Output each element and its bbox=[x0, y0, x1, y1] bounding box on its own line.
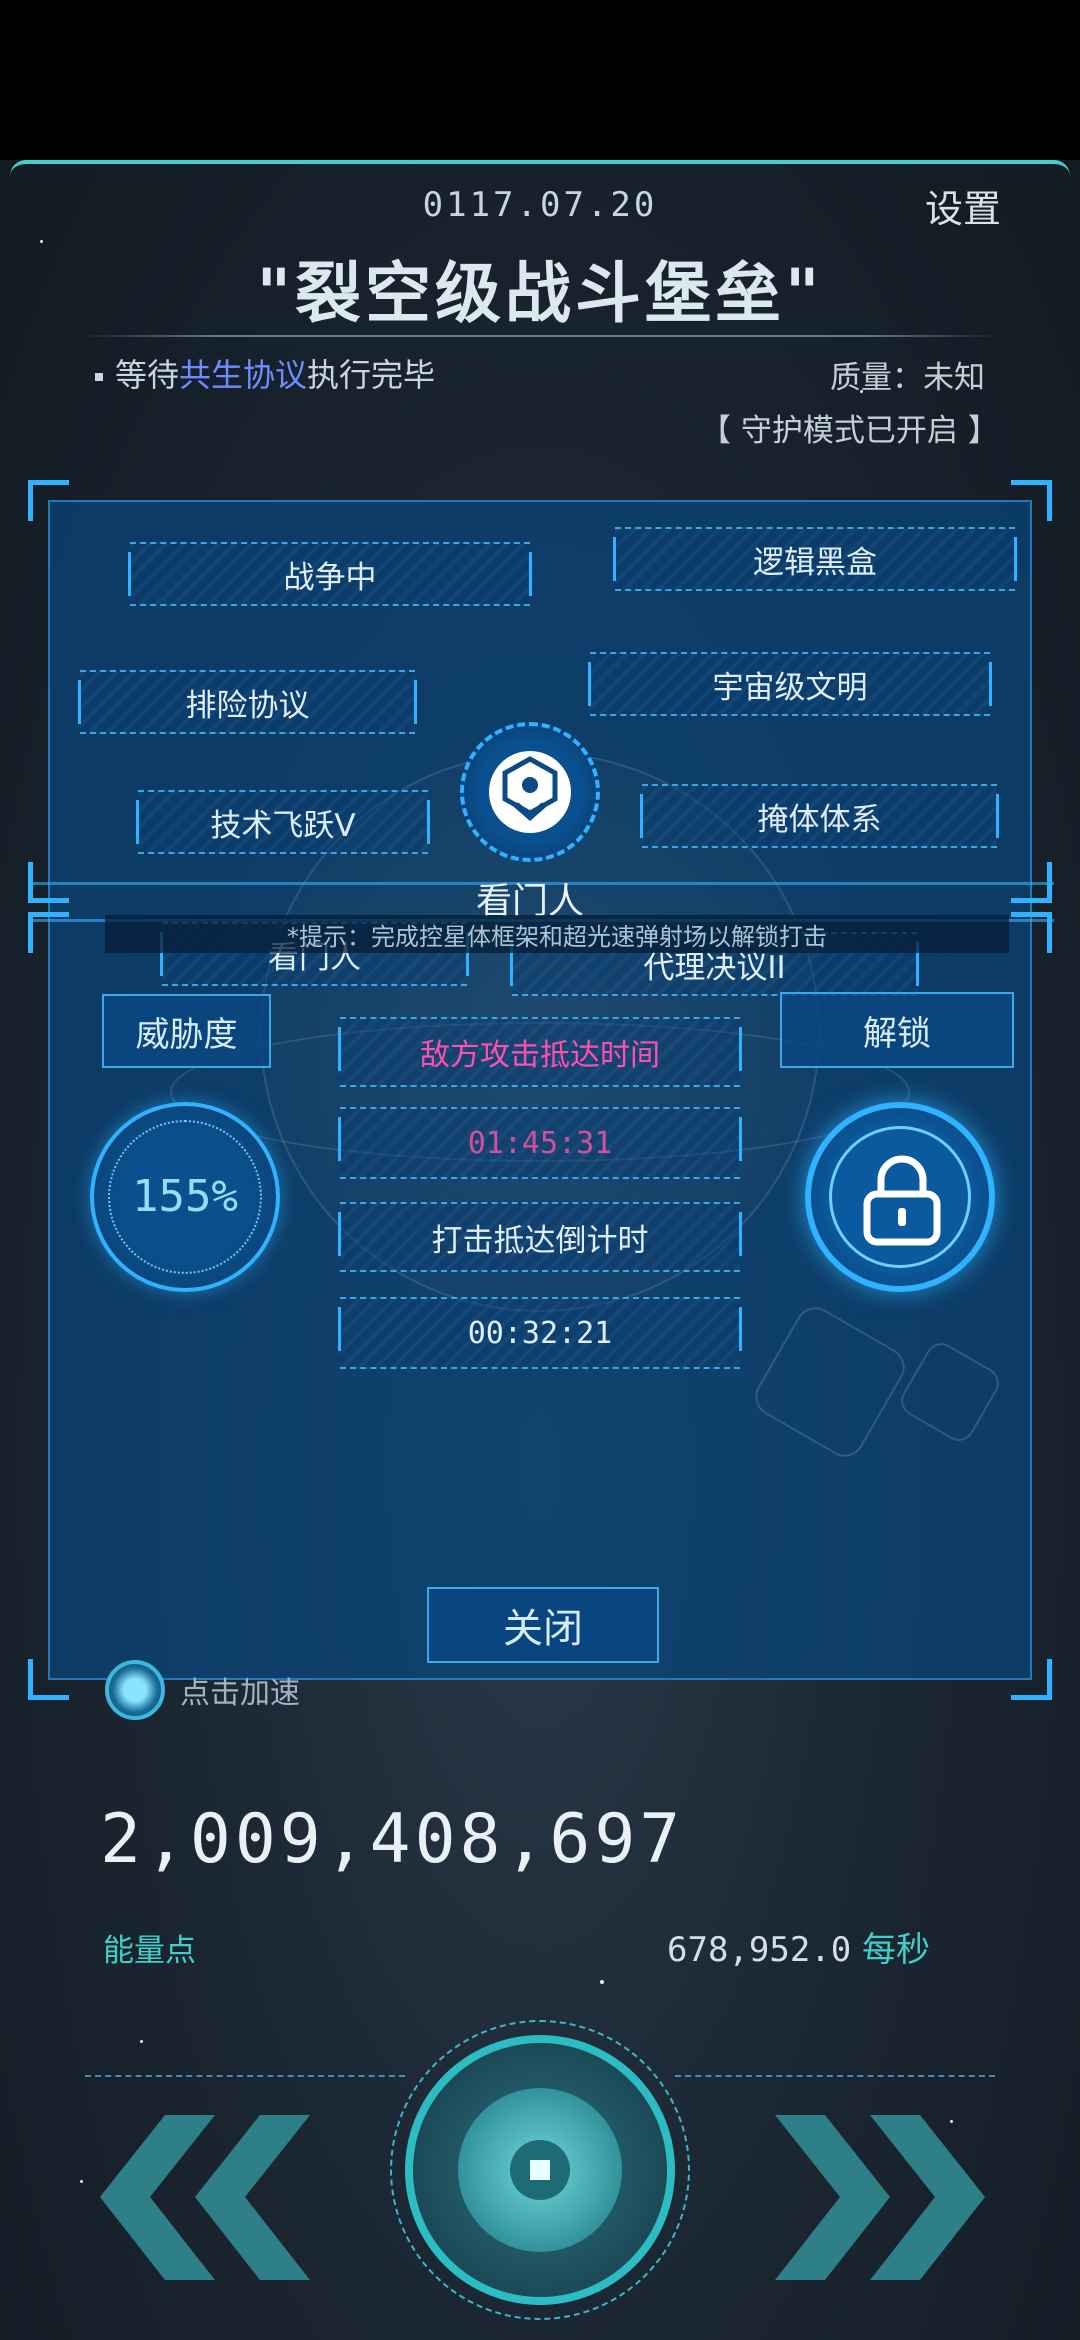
tag-cosmic-civilization[interactable]: 宇宙级文明 bbox=[588, 652, 992, 716]
enemy-attack-label: 敌方攻击抵达时间 bbox=[338, 1017, 742, 1087]
accelerate-label[interactable]: 点击加速 bbox=[180, 1668, 300, 1712]
lock-icon bbox=[863, 1155, 941, 1246]
tag-logic-blackbox[interactable]: 逻辑黑盒 bbox=[613, 527, 1017, 591]
hex-tile-decoration bbox=[748, 1300, 912, 1464]
gatekeeper-badge-icon bbox=[489, 751, 571, 833]
strike-countdown-time: 00:32:21 bbox=[338, 1297, 742, 1369]
tag-risk-protocol[interactable]: 排险协议 bbox=[78, 670, 417, 734]
tag-bunker-system[interactable]: 掩体体系 bbox=[640, 784, 999, 848]
star bbox=[80, 2180, 83, 2183]
main-action-button[interactable] bbox=[405, 2035, 675, 2305]
bottom-dash-line bbox=[85, 2075, 405, 2077]
energy-label: 能量点 bbox=[103, 1933, 196, 1969]
status-protocol: 共生协议 bbox=[179, 356, 308, 394]
page-title: "裂空级战斗堡垒" bbox=[256, 255, 824, 332]
enemy-attack-time: 01:45:31 bbox=[338, 1107, 742, 1179]
main-button-core bbox=[458, 2088, 622, 2252]
tag-at-war[interactable]: 战争中 bbox=[128, 542, 532, 606]
tag-tech-leap-v[interactable]: 技术飞跃V bbox=[136, 790, 430, 854]
star bbox=[600, 1980, 604, 1984]
main-button-center bbox=[510, 2140, 570, 2200]
status-prefix: 等待 bbox=[115, 356, 180, 394]
frame-top-rim bbox=[10, 160, 1070, 176]
status-suffix: 执行完毕 bbox=[307, 356, 436, 394]
previous-chevron-icon[interactable] bbox=[95, 2115, 325, 2280]
lock-button[interactable] bbox=[805, 1102, 995, 1292]
energy-rate: 678,952.0 每秒 bbox=[667, 1922, 930, 1971]
corner-bracket bbox=[1011, 1659, 1052, 1700]
quality-label: 质量：未知 bbox=[830, 360, 985, 396]
accelerate-icon[interactable] bbox=[105, 1660, 165, 1720]
energy-rate-value: 678,952.0 bbox=[667, 1930, 852, 1970]
threat-value: 155% bbox=[132, 1171, 238, 1222]
close-button[interactable]: 关闭 bbox=[427, 1587, 659, 1663]
tech-panel: 战争中 逻辑黑盒 排险协议 宇宙级文明 技术飞跃V 掩体体系 看门人 代理决议I… bbox=[28, 480, 1054, 1700]
hex-tile-decoration bbox=[895, 1337, 1005, 1447]
guard-mode-label: 【 守护模式已开启 】 bbox=[700, 413, 999, 449]
bullet-icon bbox=[95, 373, 103, 381]
next-chevron-icon[interactable] bbox=[760, 2115, 990, 2280]
energy-value: 2,009,408,697 bbox=[100, 1800, 685, 1879]
square-icon bbox=[530, 2160, 550, 2180]
energy-rate-unit: 每秒 bbox=[862, 1930, 931, 1970]
game-screen: 0117.07.20 设置 "裂空级战斗堡垒" 等待共生协议执行完毕 质量：未知… bbox=[0, 160, 1080, 2340]
title-divider bbox=[80, 335, 1000, 337]
date-label: 0117.07.20 bbox=[422, 185, 658, 225]
threat-gauge: 155% bbox=[90, 1102, 280, 1292]
corner-bracket bbox=[28, 480, 69, 521]
settings-button[interactable]: 设置 bbox=[925, 178, 1001, 233]
hint-text: *提示：完成控星体框架和超光速弹射场以解锁打击 bbox=[105, 915, 1009, 953]
threat-level-button[interactable]: 威胁度 bbox=[102, 994, 271, 1068]
gatekeeper-emblem[interactable] bbox=[460, 722, 600, 862]
star bbox=[140, 2040, 143, 2043]
unlock-button[interactable]: 解锁 bbox=[780, 992, 1014, 1068]
status-text: 等待共生协议执行完毕 bbox=[95, 350, 435, 396]
corner-bracket bbox=[1011, 480, 1052, 521]
bottom-dash-line bbox=[675, 2075, 995, 2077]
corner-bracket bbox=[28, 1659, 69, 1700]
strike-countdown-label: 打击抵达倒计时 bbox=[338, 1202, 742, 1272]
